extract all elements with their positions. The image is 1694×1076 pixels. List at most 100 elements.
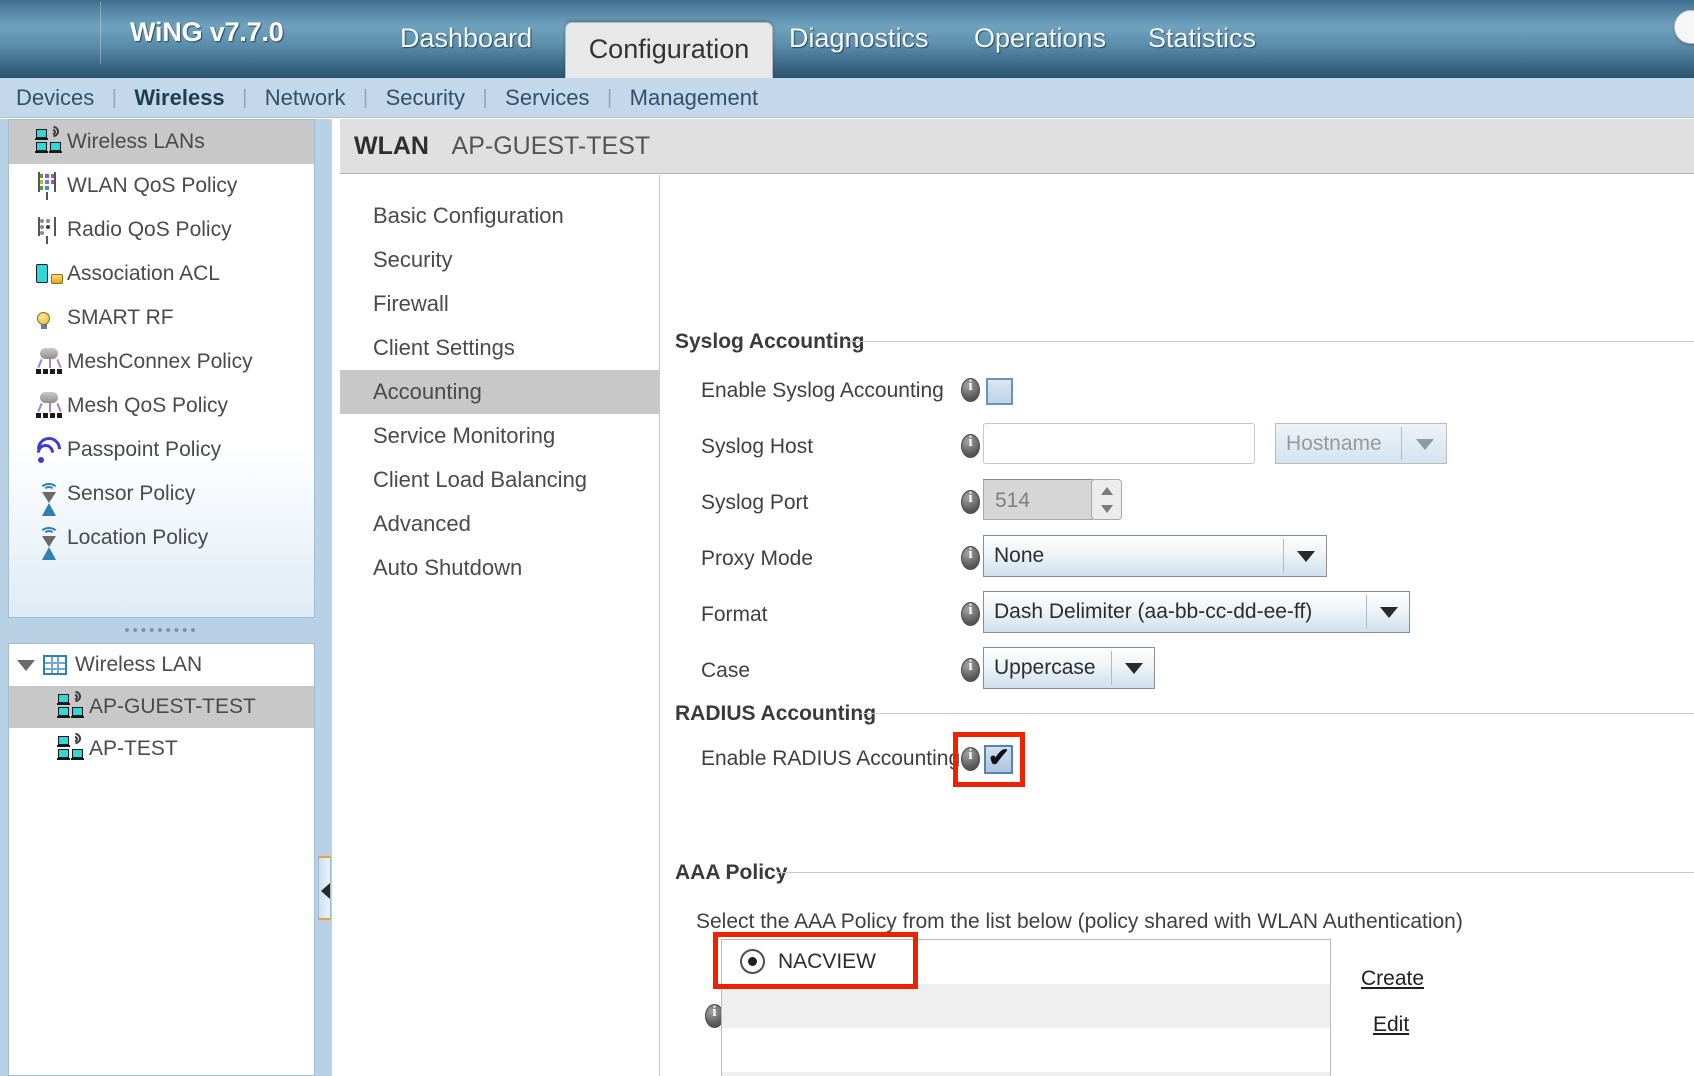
- tree-item-ap-guest-test[interactable]: AP-GUEST-TEST: [9, 686, 314, 728]
- accounting-form: Syslog Accounting Enable Syslog Accounti…: [661, 175, 1694, 1076]
- sidebar-item-wlan-qos-policy[interactable]: WLAN QoS Policy: [9, 164, 314, 208]
- sidebar-item-label: Radio QoS Policy: [67, 218, 232, 241]
- sensor-policy-icon: [35, 479, 65, 516]
- main-content-panel: WLAN AP-GUEST-TEST Basic Configuration S…: [332, 119, 1694, 1076]
- tree-item-label: AP-TEST: [89, 737, 178, 760]
- collapse-panel-button[interactable]: [318, 856, 331, 920]
- association-acl-icon: [35, 259, 65, 289]
- sidebar-item-label: SMART RF: [67, 306, 174, 329]
- info-icon[interactable]: [961, 602, 980, 626]
- sidebar-item-radio-qos-policy[interactable]: Radio QoS Policy: [9, 208, 314, 252]
- section-rule: [860, 713, 1694, 714]
- sidebar-item-wireless-lans[interactable]: Wireless LANs: [9, 120, 314, 164]
- sidebar-item-meshconnex-policy[interactable]: MeshConnex Policy: [9, 340, 314, 384]
- app-brand-title: WiNG v7.7.0: [130, 17, 284, 47]
- syslog-host-input[interactable]: [983, 423, 1255, 464]
- tree-root-label: Wireless LAN: [75, 653, 203, 676]
- chevron-down-icon: [1125, 663, 1143, 674]
- subnav-separator: |: [362, 87, 369, 109]
- subnav-item-security[interactable]: Security: [386, 78, 465, 118]
- section-rule: [776, 872, 1694, 873]
- subnav-item-management[interactable]: Management: [630, 78, 758, 118]
- sidebar-item-passpoint-policy[interactable]: Passpoint Policy: [9, 428, 314, 472]
- section-rule: [847, 341, 1694, 342]
- list-item[interactable]: [722, 1072, 1330, 1076]
- sidebar-item-mesh-qos-policy[interactable]: Mesh QoS Policy: [9, 384, 314, 428]
- sidebar-item-label: WLAN QoS Policy: [67, 174, 238, 197]
- create-aaa-policy-link[interactable]: Create: [1361, 967, 1424, 991]
- sidebar-item-label: Sensor Policy: [67, 482, 196, 505]
- subnav-item-network[interactable]: Network: [265, 78, 346, 118]
- chevron-left-icon: [321, 883, 330, 899]
- subnav-item-wireless[interactable]: Wireless: [134, 78, 224, 118]
- menu-item-firewall[interactable]: Firewall: [340, 282, 659, 326]
- menu-item-service-monitoring[interactable]: Service Monitoring: [340, 414, 659, 458]
- user-account-icon[interactable]: [1674, 10, 1694, 44]
- sidebar-item-label: Mesh QoS Policy: [67, 394, 229, 417]
- case-dropdown[interactable]: Uppercase: [983, 647, 1155, 689]
- label-format: Format: [701, 603, 768, 626]
- enable-syslog-accounting-checkbox[interactable]: [986, 378, 1013, 405]
- sidebar-item-location-policy[interactable]: Location Policy: [9, 516, 314, 560]
- subnav-separator: |: [606, 87, 613, 109]
- stepper-down-icon[interactable]: [1101, 505, 1113, 513]
- chevron-down-icon: [1297, 551, 1315, 562]
- tab-statistics[interactable]: Statistics: [1148, 23, 1256, 54]
- list-item[interactable]: [722, 984, 1330, 1028]
- syslog-host-type-dropdown[interactable]: Hostname: [1275, 423, 1447, 464]
- case-value: Uppercase: [994, 656, 1096, 679]
- policy-list: Wireless LANs WLAN QoS Policy Radio QoS …: [8, 119, 315, 618]
- mesh-qos-icon: [35, 391, 65, 421]
- tab-configuration[interactable]: Configuration: [565, 22, 773, 78]
- wlan-settings-menu: Basic Configuration Security Firewall Cl…: [340, 175, 660, 1076]
- info-icon[interactable]: [961, 378, 980, 402]
- menu-item-advanced[interactable]: Advanced: [340, 502, 659, 546]
- table-icon: [43, 655, 67, 675]
- panel-resize-handle[interactable]: •••••••••: [8, 623, 315, 642]
- subnav-separator: |: [482, 87, 488, 109]
- chevron-down-icon: [1380, 607, 1398, 618]
- stepper-up-icon[interactable]: [1101, 487, 1113, 495]
- tab-dashboard[interactable]: Dashboard: [400, 23, 532, 54]
- section-title-aaa-policy: AAA Policy: [675, 861, 800, 885]
- label-syslog-host: Syslog Host: [701, 435, 814, 458]
- label-proxy-mode: Proxy Mode: [701, 547, 814, 570]
- dropdown-separator: [1366, 595, 1367, 629]
- secondary-nav-bar: Devices | Wireless | Network | Security …: [0, 78, 1694, 118]
- syslog-port-stepper[interactable]: [1091, 479, 1122, 520]
- sidebar-item-association-acl[interactable]: Association ACL: [9, 252, 314, 296]
- meshconnex-icon: [35, 347, 65, 377]
- info-icon[interactable]: [961, 546, 980, 570]
- chevron-down-icon[interactable]: [17, 659, 35, 671]
- sidebar-item-sensor-policy[interactable]: Sensor Policy: [9, 472, 314, 516]
- sidebar-item-label: Association ACL: [67, 262, 220, 285]
- menu-item-client-settings[interactable]: Client Settings: [340, 326, 659, 370]
- edit-aaa-policy-link[interactable]: Edit: [1373, 1013, 1409, 1037]
- menu-item-auto-shutdown[interactable]: Auto Shutdown: [340, 546, 659, 590]
- subnav-separator: |: [111, 87, 117, 109]
- proxy-mode-dropdown[interactable]: None: [983, 535, 1327, 577]
- tab-operations[interactable]: Operations: [974, 23, 1106, 54]
- subnav-item-services[interactable]: Services: [505, 78, 589, 118]
- info-icon[interactable]: [961, 434, 980, 458]
- chevron-down-icon: [1416, 438, 1434, 450]
- page-title-prefix: WLAN: [354, 132, 429, 160]
- section-title-syslog-accounting: Syslog Accounting: [675, 330, 877, 354]
- menu-item-accounting[interactable]: Accounting: [340, 370, 659, 414]
- tree-root-wireless-lan[interactable]: Wireless LAN: [9, 644, 314, 686]
- menu-item-client-load-balancing[interactable]: Client Load Balancing: [340, 458, 659, 502]
- sidebar-item-label: MeshConnex Policy: [67, 350, 253, 373]
- tree-item-ap-test[interactable]: AP-TEST: [9, 728, 314, 770]
- smart-rf-icon: [35, 303, 65, 333]
- menu-item-basic-configuration[interactable]: Basic Configuration: [340, 194, 659, 238]
- format-dropdown[interactable]: Dash Delimiter (aa-bb-cc-dd-ee-ff): [983, 591, 1410, 633]
- sidebar-item-smart-rf[interactable]: SMART RF: [9, 296, 314, 340]
- info-icon[interactable]: [961, 490, 980, 514]
- tab-diagnostics[interactable]: Diagnostics: [789, 23, 929, 54]
- syslog-port-input[interactable]: 514: [983, 479, 1093, 520]
- subnav-item-devices[interactable]: Devices: [16, 78, 94, 118]
- label-syslog-port: Syslog Port: [701, 491, 809, 514]
- info-icon[interactable]: [961, 658, 980, 682]
- list-item[interactable]: [722, 1028, 1330, 1072]
- menu-item-security[interactable]: Security: [340, 238, 659, 282]
